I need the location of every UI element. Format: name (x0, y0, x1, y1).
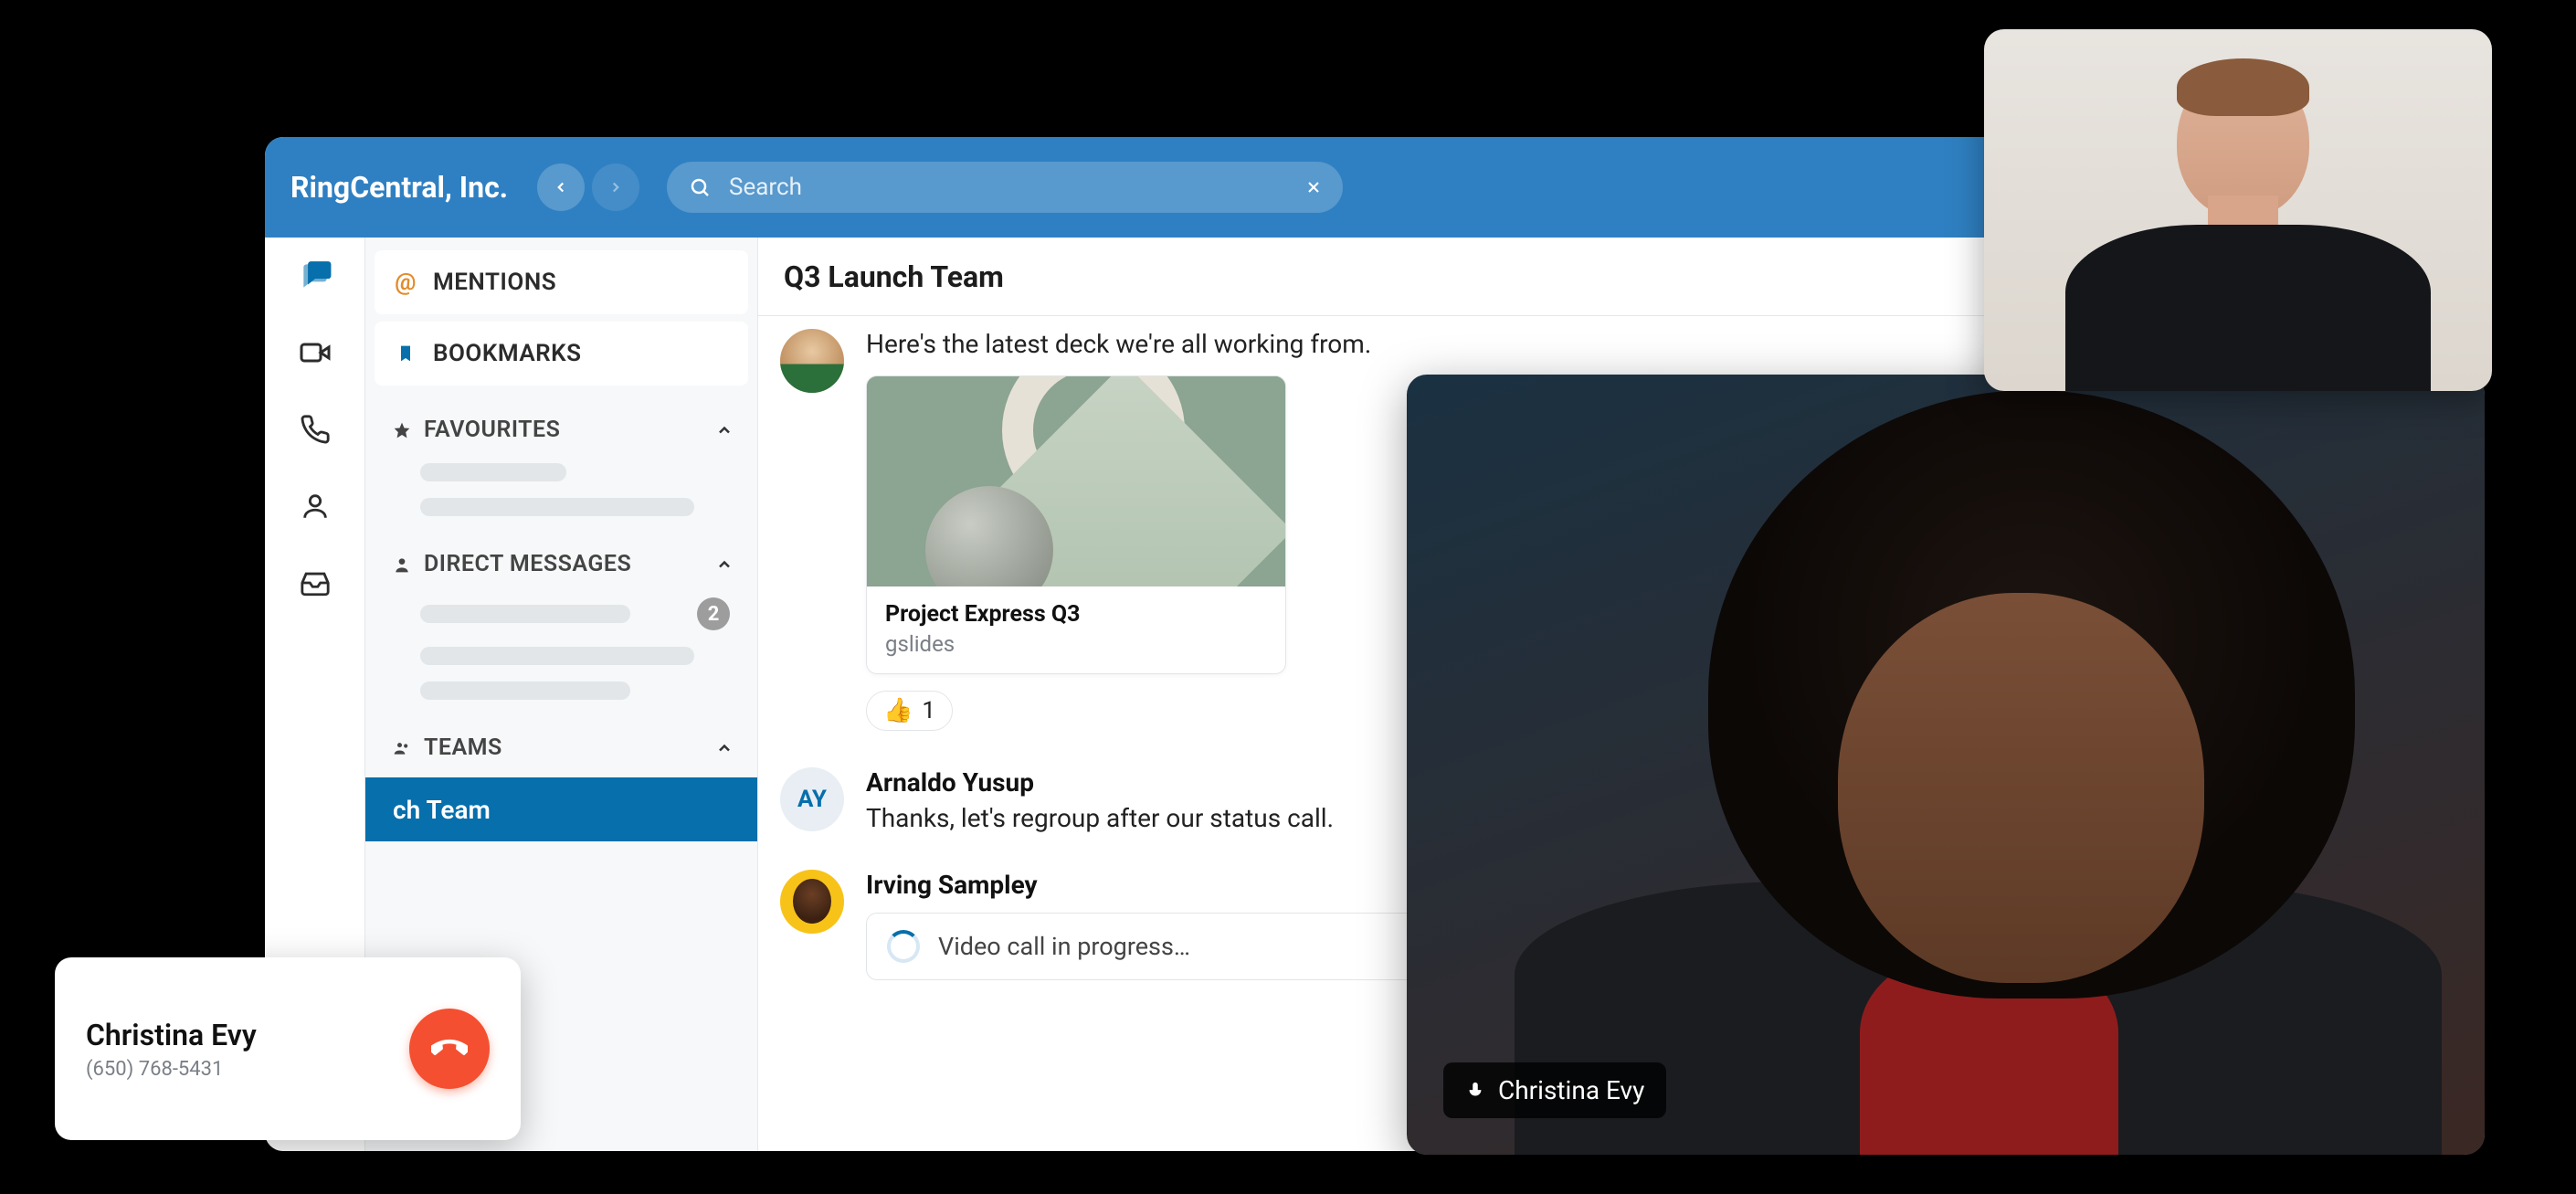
reaction-count: 1 (922, 697, 935, 724)
inbox-icon (300, 567, 331, 598)
rail-phone[interactable] (295, 409, 335, 449)
search-bar (667, 162, 1343, 213)
bookmarks-label: BOOKMARKS (433, 340, 582, 367)
message-text: Here's the latest deck we're all working… (866, 329, 2074, 359)
chevron-up-icon (715, 555, 734, 574)
direct-messages-header[interactable]: DIRECT MESSAGES (375, 520, 748, 588)
dm-list: 2 (375, 588, 748, 703)
incoming-call-popup: Christina Evy (650) 768-5431 (55, 957, 521, 1140)
messages-icon (298, 259, 333, 293)
avatar[interactable] (780, 870, 844, 934)
unread-badge: 2 (697, 597, 730, 630)
list-item[interactable] (420, 463, 566, 481)
microphone-icon (1465, 1081, 1485, 1101)
rail-inbox[interactable] (295, 563, 335, 603)
chevron-right-icon (607, 179, 624, 195)
chevron-up-icon (715, 421, 734, 439)
user-icon (300, 491, 331, 522)
conversation-title: Q3 Launch Team (784, 259, 1004, 294)
teams-icon (393, 739, 411, 757)
participant-name-tag: Christina Evy (1443, 1062, 1666, 1118)
chevron-up-icon (715, 739, 734, 757)
teams-header[interactable]: TEAMS (375, 703, 748, 772)
nav-buttons (537, 164, 639, 211)
mentions-label: MENTIONS (433, 269, 556, 296)
rail-contacts[interactable] (295, 486, 335, 526)
list-item[interactable]: 2 (420, 597, 730, 630)
nav-forward-button[interactable] (592, 164, 639, 211)
video-icon (299, 336, 332, 369)
app-title: RingCentral, Inc. (290, 170, 508, 205)
chevron-left-icon (553, 179, 569, 195)
reaction-chip[interactable]: 👍 1 (866, 691, 953, 731)
star-icon (393, 421, 411, 439)
attachment-subtitle: gslides (885, 631, 1267, 657)
caller-name: Christina Evy (86, 1018, 257, 1052)
thumbs-up-icon: 👍 (883, 697, 913, 724)
mentions-tab[interactable]: @ MENTIONS (375, 250, 748, 314)
list-item[interactable] (420, 647, 694, 665)
spinner-icon (887, 930, 920, 963)
favourites-list (375, 454, 748, 520)
attachment-thumbnail (867, 376, 1285, 586)
bookmarks-tab[interactable]: BOOKMARKS (375, 322, 748, 386)
search-input[interactable] (667, 162, 1343, 213)
attachment-card[interactable]: Project Express Q3 gslides (866, 375, 1286, 674)
close-icon (1304, 178, 1323, 196)
video-main-tile[interactable]: Christina Evy (1407, 375, 2485, 1155)
at-icon: @ (395, 269, 417, 296)
hangup-button[interactable] (409, 1009, 490, 1089)
caller-phone: (650) 768-5431 (86, 1058, 257, 1081)
attachment-title: Project Express Q3 (885, 601, 1267, 628)
search-icon (689, 176, 711, 198)
avatar[interactable] (780, 329, 844, 393)
call-progress-card[interactable]: Video call in progress… (866, 913, 1487, 980)
bookmark-icon (395, 343, 417, 365)
avatar[interactable]: AY (780, 767, 844, 831)
call-status-text: Video call in progress… (938, 932, 1190, 961)
user-icon (393, 555, 411, 574)
titlebar: RingCentral, Inc. (265, 137, 2201, 238)
list-item[interactable] (420, 682, 630, 700)
list-item[interactable] (420, 498, 694, 516)
phone-icon (300, 414, 331, 445)
rail-messages[interactable] (295, 256, 335, 296)
team-item-active[interactable]: ch Team (365, 777, 757, 841)
video-pip-tile[interactable] (1984, 29, 2492, 391)
rail-video[interactable] (295, 333, 335, 373)
clear-search-button[interactable] (1299, 173, 1328, 202)
favourites-header[interactable]: FAVOURITES (375, 386, 748, 454)
nav-back-button[interactable] (537, 164, 585, 211)
phone-hangup-icon (431, 1030, 468, 1067)
